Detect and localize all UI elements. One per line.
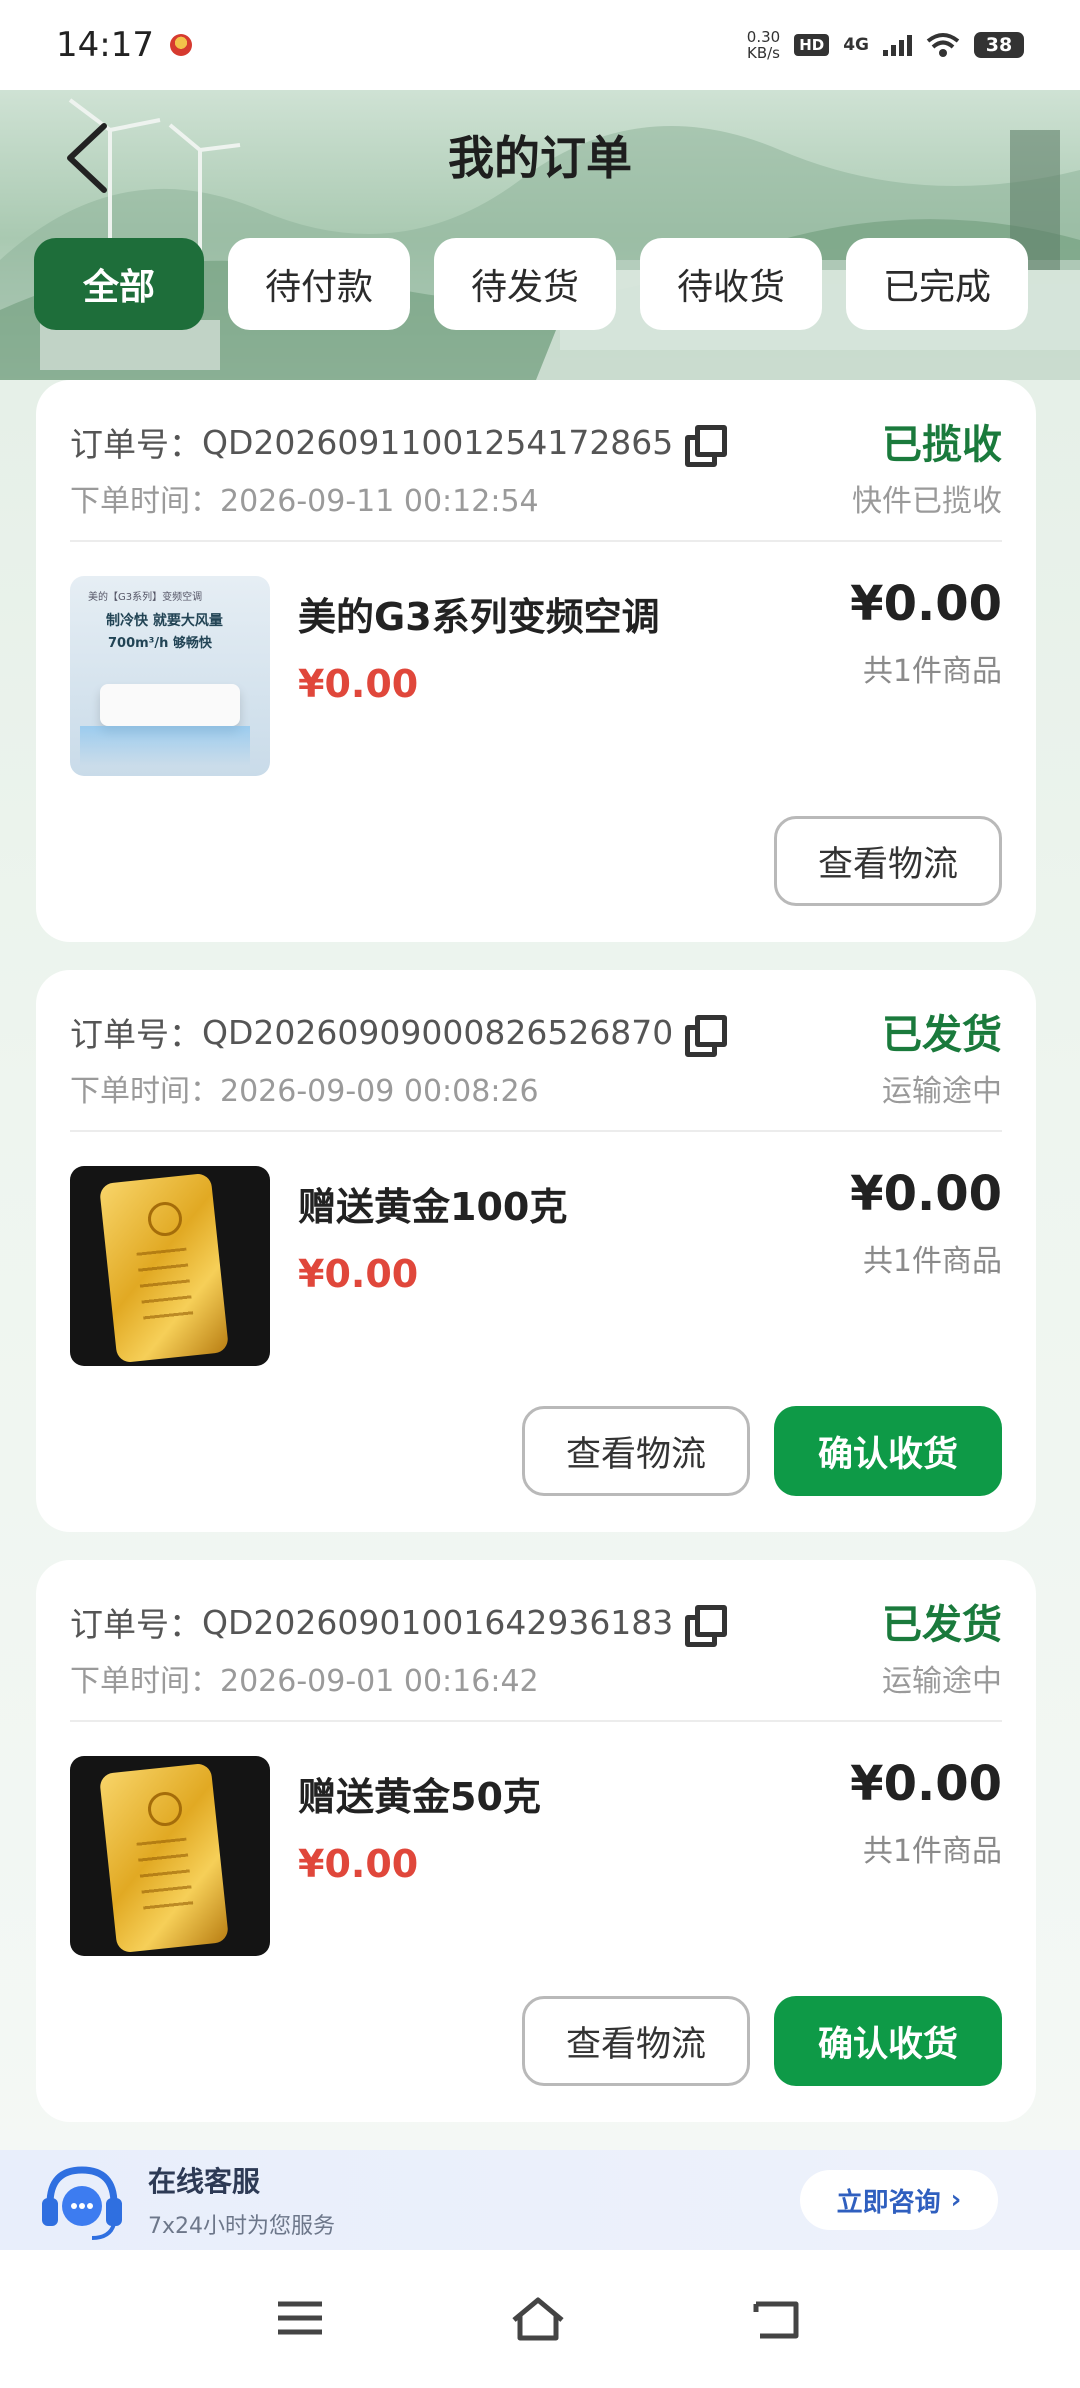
order-substatus: 运输途中	[882, 1664, 1002, 1699]
order-time-label: 下单时间：	[70, 1074, 220, 1109]
order-time-row: 下单时间：2026-09-11 00:12:54	[70, 476, 539, 520]
product-image-air-conditioner[interactable]: 美的【G3系列】变频空调 制冷快 就要大风量 700m³/h 够畅快	[70, 576, 270, 776]
thumb-brand: 美的【G3系列】变频空调	[88, 592, 203, 603]
order-substatus: 运输途中	[882, 1074, 1002, 1109]
product-image-gold-bar[interactable]	[70, 1166, 270, 1366]
item-count: 共1件商品	[862, 1244, 1002, 1279]
back-arrow-icon[interactable]	[58, 118, 118, 198]
tab-all[interactable]: 全部	[34, 238, 204, 330]
status-indicators: 0.30 KB/s HD 4G 38	[747, 29, 1024, 61]
signal-icon	[883, 34, 912, 56]
order-time: 2026-09-09 00:08:26	[220, 1074, 539, 1109]
order-number: QD20260901001642936183	[202, 1602, 674, 1642]
network-type: 4G	[843, 35, 869, 55]
menu-icon[interactable]	[270, 2294, 330, 2344]
home-icon[interactable]	[508, 2294, 568, 2344]
back-icon[interactable]	[746, 2294, 806, 2344]
order-number-row: 订单号： QD20260911001254172865	[70, 418, 728, 467]
order-status: 已发货	[882, 1602, 1002, 1648]
order-number-row: 订单号： QD20260901001642936183	[70, 1598, 728, 1647]
order-time-label: 下单时间：	[70, 1664, 220, 1699]
tab-pending-payment[interactable]: 待付款	[228, 238, 410, 330]
divider	[70, 1720, 1002, 1722]
thumb-line1: 制冷快 就要大风量	[106, 613, 223, 629]
order-number: QD20260909000826526870	[202, 1012, 674, 1052]
order-time-label: 下单时间：	[70, 484, 220, 519]
order-card: 订单号： QD20260901001642936183 下单时间：2026-09…	[36, 1560, 1036, 2122]
order-substatus: 快件已揽收	[852, 484, 1002, 519]
tab-pending-shipment[interactable]: 待发货	[434, 238, 616, 330]
order-tabs: 全部 待付款 待发货 待收货 已完成	[34, 238, 1028, 330]
product-name[interactable]: 赠送黄金50克	[298, 1766, 541, 1821]
speed-unit: KB/s	[746, 44, 780, 62]
system-navigation-bar	[0, 2250, 1080, 2388]
divider	[70, 540, 1002, 542]
customer-service-bar[interactable]: 在线客服 7x24小时为您服务 立即咨询 ›	[0, 2150, 1080, 2250]
view-logistics-button[interactable]: 查看物流	[522, 1996, 750, 2086]
status-time: 14:17	[56, 25, 154, 65]
product-name[interactable]: 赠送黄金100克	[298, 1176, 567, 1231]
order-time-row: 下单时间：2026-09-01 00:16:42	[70, 1656, 539, 1700]
product-price: ¥0.00	[298, 1252, 419, 1296]
order-time: 2026-09-11 00:12:54	[220, 484, 539, 519]
item-count: 共1件商品	[862, 654, 1002, 689]
wifi-icon	[926, 33, 960, 57]
copy-icon[interactable]	[685, 425, 728, 467]
status-bar: 14:17 0.30 KB/s HD 4G 38	[0, 0, 1080, 90]
order-number-row: 订单号： QD20260909000826526870	[70, 1008, 728, 1057]
view-logistics-button[interactable]: 查看物流	[522, 1406, 750, 1496]
consult-now-label: 立即咨询	[836, 2187, 941, 2218]
order-card: 订单号： QD20260909000826526870 下单时间：2026-09…	[36, 970, 1036, 1532]
confirm-receipt-button[interactable]: 确认收货	[774, 1406, 1002, 1496]
order-total: ¥0.00	[850, 576, 1002, 632]
divider	[70, 1130, 1002, 1132]
battery-icon: 38	[974, 32, 1024, 58]
order-status: 已揽收	[882, 422, 1002, 468]
hd-icon: HD	[794, 34, 830, 56]
network-speed: 0.30 KB/s	[747, 29, 780, 61]
copy-icon[interactable]	[685, 1015, 728, 1057]
page-title: 我的订单	[448, 131, 632, 185]
speed-value: 0.30	[746, 28, 781, 46]
headset-icon	[42, 2166, 122, 2240]
service-subtitle: 7x24小时为您服务	[148, 2214, 336, 2239]
confirm-receipt-button[interactable]: 确认收货	[774, 1996, 1002, 2086]
order-number-label: 订单号：	[70, 1015, 202, 1054]
notification-badge-icon	[169, 34, 192, 56]
service-title: 在线客服	[148, 2165, 261, 2198]
gold-engraving-shape	[136, 1247, 194, 1323]
order-number-label: 订单号：	[70, 425, 202, 464]
item-count: 共1件商品	[862, 1834, 1002, 1869]
top-nav: 我的订单	[0, 90, 1080, 220]
product-image-gold-bar[interactable]	[70, 1756, 270, 1956]
order-card: 订单号： QD20260911001254172865 下单时间：2026-09…	[36, 380, 1036, 942]
airflow-shape	[80, 726, 250, 766]
product-price: ¥0.00	[298, 1842, 419, 1886]
order-total: ¥0.00	[850, 1166, 1002, 1222]
chevron-right-icon: ›	[950, 2185, 962, 2215]
order-time-row: 下单时间：2026-09-09 00:08:26	[70, 1066, 539, 1110]
order-total: ¥0.00	[850, 1756, 1002, 1812]
order-time: 2026-09-01 00:16:42	[220, 1664, 539, 1699]
order-number: QD20260911001254172865	[202, 422, 674, 462]
tab-completed[interactable]: 已完成	[846, 238, 1028, 330]
consult-now-button[interactable]: 立即咨询 ›	[800, 2170, 998, 2230]
copy-icon[interactable]	[685, 1605, 728, 1647]
product-price: ¥0.00	[298, 662, 419, 706]
product-name[interactable]: 美的G3系列变频空调	[298, 586, 660, 641]
gold-engraving-shape	[136, 1837, 194, 1913]
thumb-line2: 700m³/h 够畅快	[108, 636, 212, 651]
tab-pending-receipt[interactable]: 待收货	[640, 238, 822, 330]
order-status: 已发货	[882, 1012, 1002, 1058]
view-logistics-button[interactable]: 查看物流	[774, 816, 1002, 906]
ac-unit-shape	[100, 684, 240, 726]
service-text: 在线客服 7x24小时为您服务	[148, 2160, 335, 2240]
order-number-label: 订单号：	[70, 1605, 202, 1644]
